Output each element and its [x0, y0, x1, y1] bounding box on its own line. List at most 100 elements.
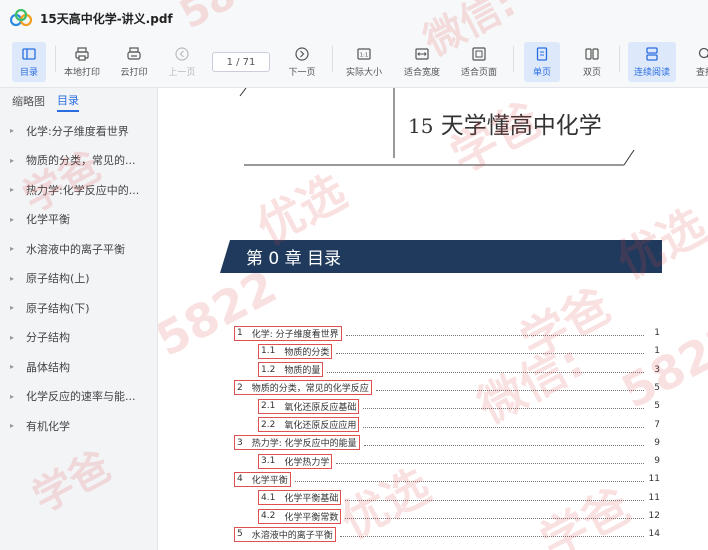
- sidebar-panel-icon: [22, 48, 36, 60]
- toc-leader-dots: [340, 527, 644, 538]
- cloud-print-label: 云打印: [120, 68, 148, 78]
- title-bar: 15天高中化学-讲义.pdf: [0, 0, 708, 36]
- toc-entry-number: 5: [237, 529, 243, 540]
- toc-entry[interactable]: 2 物质的分类，常见的化学反应 5: [234, 379, 662, 397]
- app-logo-icon: [10, 9, 32, 27]
- toc-entry-number: 1.1: [261, 346, 276, 357]
- toc-entry-title: 氧化还原反应基础: [284, 402, 357, 413]
- expand-arrow-icon[interactable]: ▸: [10, 185, 26, 194]
- next-page-button[interactable]: 下一页: [284, 42, 320, 82]
- toc-entry-page: 12: [648, 511, 660, 521]
- toc-leader-dots: [295, 472, 644, 483]
- toc-entry[interactable]: 5 水溶液中的离子平衡 14: [234, 525, 662, 543]
- toc-entry-page: 5: [654, 382, 660, 393]
- sidebar-item[interactable]: ▸ 热力学:化学反应中的...: [0, 175, 157, 205]
- toc-link-box[interactable]: 3 热力学: 化学反应中的能量: [234, 435, 360, 451]
- prev-page-label: 上一页: [168, 68, 196, 78]
- local-print-button[interactable]: 本地打印: [60, 42, 104, 82]
- toc-entry[interactable]: 3 热力学: 化学反应中的能量 9: [234, 434, 662, 452]
- toc-link-box[interactable]: 2 物质的分类，常见的化学反应: [234, 380, 372, 396]
- toc-link-box[interactable]: 1 化学: 分子维度看世界: [234, 325, 342, 341]
- fit-page-icon: [472, 47, 486, 61]
- actual-size-button[interactable]: 1:1 实际大小: [342, 42, 386, 82]
- expand-arrow-icon[interactable]: ▸: [10, 421, 26, 430]
- cloud-printer-icon: [127, 47, 141, 60]
- toc-entry[interactable]: 1.2 物质的量 3: [258, 361, 662, 379]
- toolbar-divider: [55, 46, 56, 72]
- prev-page-button[interactable]: 上一页: [164, 42, 200, 82]
- sidebar-item[interactable]: ▸ 晶体结构: [0, 352, 157, 382]
- toc-link-box[interactable]: 4 化学平衡: [234, 471, 291, 487]
- sidebar-item-label: 水溶液中的离子平衡: [26, 242, 125, 256]
- actual-size-label: 实际大小: [345, 68, 382, 78]
- printer-icon: [75, 47, 89, 61]
- toc-entry[interactable]: 4.2 化学平衡常数 12: [258, 507, 662, 525]
- sidebar-item-label: 化学反应的速率与能...: [26, 390, 136, 404]
- expand-arrow-icon[interactable]: ▸: [10, 303, 26, 312]
- toc-link-box[interactable]: 2.2 氧化还原反应应用: [258, 417, 360, 432]
- single-page-label: 单页: [532, 68, 551, 78]
- toc-entry-number: 2.2: [261, 419, 276, 430]
- sidebar-item[interactable]: ▸ 化学反应的速率与能...: [0, 382, 157, 412]
- search-button[interactable]: 查找: [690, 42, 708, 82]
- cloud-print-button[interactable]: 云打印: [115, 42, 153, 82]
- sidebar-item[interactable]: ▸ 有机化学: [0, 411, 157, 441]
- tab-thumbnails[interactable]: 缩略图: [12, 93, 45, 111]
- double-page-button[interactable]: 双页: [574, 42, 610, 82]
- sidebar-item[interactable]: ▸ 水溶液中的离子平衡: [0, 234, 157, 264]
- toc-leader-dots: [336, 454, 644, 465]
- toc-leader-dots: [336, 344, 644, 355]
- toc-entry[interactable]: 2.1 氧化还原反应基础 5: [258, 397, 662, 415]
- toc-entry-page: 9: [654, 437, 660, 448]
- toc-link-box[interactable]: 4.2 化学平衡常数: [258, 508, 342, 524]
- fit-width-button[interactable]: 适合宽度: [399, 42, 445, 82]
- expand-arrow-icon[interactable]: ▸: [10, 362, 26, 371]
- fit-page-button[interactable]: 适合页面: [456, 42, 502, 82]
- toc-link-box[interactable]: 3.1 化学热力学: [258, 453, 333, 469]
- expand-arrow-icon[interactable]: ▸: [10, 156, 26, 165]
- single-page-button[interactable]: 单页: [524, 42, 560, 82]
- toc-leader-dots: [346, 326, 644, 336]
- expand-arrow-icon[interactable]: ▸: [10, 126, 26, 135]
- toc-link-box[interactable]: 1.1 物质的分类: [258, 343, 333, 359]
- sidebar-item[interactable]: ▸ 物质的分类，常见的...: [0, 146, 157, 176]
- toolbar-divider: [619, 46, 620, 72]
- toc-link-box[interactable]: 1.2 物质的量: [258, 362, 324, 378]
- sidebar-item[interactable]: ▸ 化学平衡: [0, 205, 157, 235]
- expand-arrow-icon[interactable]: ▸: [10, 274, 26, 283]
- toc-entry[interactable]: 1 化学: 分子维度看世界 1: [234, 324, 662, 342]
- toc-leader-dots: [327, 363, 644, 373]
- toc-entry-number: 4.1: [261, 492, 276, 503]
- toc-entry-page: 1: [654, 346, 660, 357]
- toc-link-box[interactable]: 5 水溶液中的离子平衡: [234, 526, 336, 542]
- expand-arrow-icon[interactable]: ▸: [10, 244, 26, 253]
- sidebar-item-label: 有机化学: [26, 419, 70, 433]
- fit-page-label: 适合页面: [460, 68, 497, 78]
- toc-entry-page: 5: [654, 401, 660, 412]
- tab-toc[interactable]: 目录: [57, 92, 79, 112]
- sidebar-item[interactable]: ▸ 分子结构: [0, 323, 157, 353]
- toc-entry-number: 4: [237, 474, 243, 485]
- toc-entry[interactable]: 2.2 氧化还原反应应用 7: [258, 416, 662, 434]
- toc-button[interactable]: 目录: [12, 42, 46, 82]
- toc-entry[interactable]: 1.1 物质的分类 1: [258, 342, 662, 360]
- double-page-label: 双页: [582, 68, 601, 78]
- toc-entry[interactable]: 4.1 化学平衡基础 11: [258, 489, 662, 507]
- toc-entry[interactable]: 4 化学平衡 11: [234, 470, 662, 488]
- sidebar-item[interactable]: ▸ 原子结构(上): [0, 264, 157, 294]
- toc-entry-title: 水溶液中的离子平衡: [251, 530, 333, 541]
- sidebar-item[interactable]: ▸ 化学:分子维度看世界: [0, 116, 157, 146]
- document-viewer[interactable]: 15 天学懂高中化学 第 0 章 目录 1 化学: 分子维度看世界 1 1.1 物质的分…: [158, 88, 708, 550]
- fit-width-icon: [415, 48, 429, 60]
- expand-arrow-icon[interactable]: ▸: [10, 215, 26, 224]
- sidebar-item[interactable]: ▸ 原子结构(下): [0, 293, 157, 323]
- toc-entry-title: 物质的分类，常见的化学反应: [251, 384, 369, 395]
- chevron-right-circle-icon: [295, 47, 309, 61]
- toc-link-box[interactable]: 2.1 氧化还原反应基础: [258, 398, 360, 414]
- expand-arrow-icon[interactable]: ▸: [10, 333, 26, 342]
- continuous-reading-button[interactable]: 连续阅读: [628, 42, 676, 82]
- toc-entry[interactable]: 3.1 化学热力学 9: [258, 452, 662, 470]
- expand-arrow-icon[interactable]: ▸: [10, 392, 26, 401]
- page-number-input[interactable]: 1 / 71: [212, 52, 270, 72]
- toc-link-box[interactable]: 4.1 化学平衡基础: [258, 490, 342, 506]
